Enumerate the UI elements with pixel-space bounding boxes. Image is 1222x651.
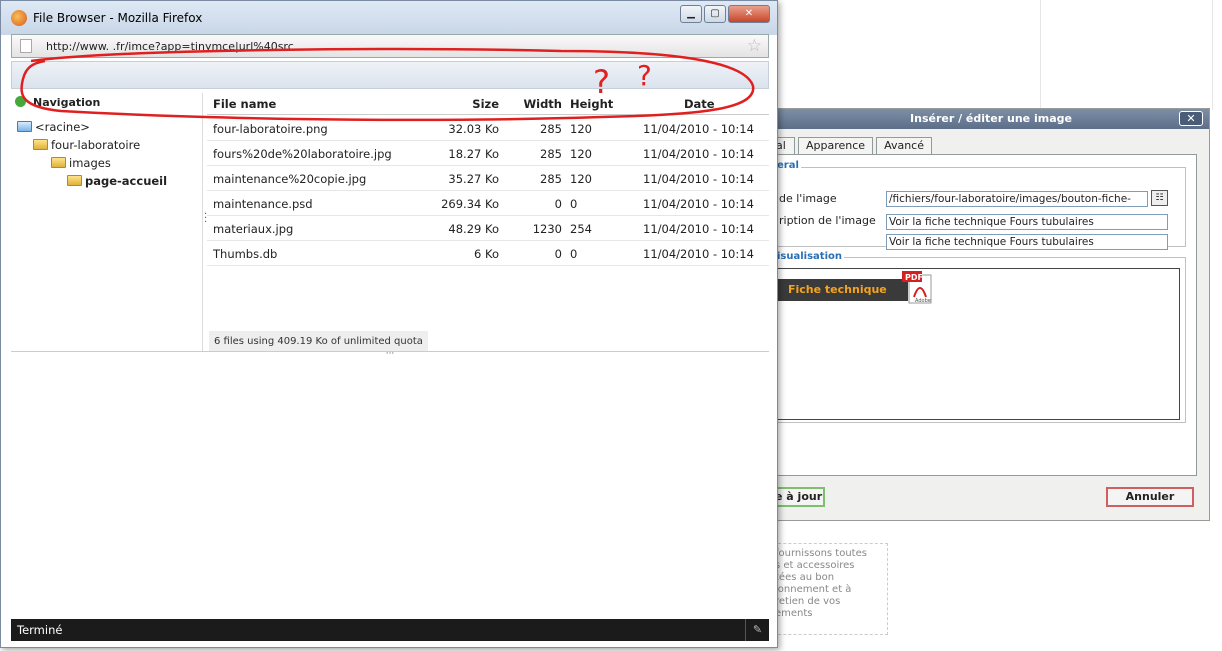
window-title: File Browser - Mozilla Firefox: [33, 11, 203, 25]
image-url-label: de l'image: [779, 192, 837, 205]
file-list-header: File name Size Width Height Date: [207, 93, 769, 115]
navigation-pane: Navigation <racine> four-laboratoire ima…: [11, 93, 203, 351]
table-row[interactable]: materiaux.jpg 48.29 Ko 1230 254 11/04/2010 -…: [207, 216, 769, 241]
pdf-icon: PDF Adobe: [902, 271, 932, 304]
file-size-cell: 6 Ko: [474, 247, 499, 261]
file-date-cell: 11/04/2010 - 10:14: [643, 122, 754, 136]
file-width-cell: 285: [540, 122, 562, 136]
tree-item-images[interactable]: images: [69, 156, 111, 170]
column-file-name[interactable]: File name: [213, 97, 276, 111]
file-name-cell: four-laboratoire.png: [213, 122, 328, 136]
bookmark-star-icon[interactable]: ☆: [747, 36, 762, 56]
page-text-block: fournissons toutes s et accessoires tées…: [768, 543, 888, 635]
image-dialog-title: Insérer / éditer une image: [910, 112, 1072, 125]
image-description-input[interactable]: Voir la fiche technique Fours tubulaires: [886, 214, 1168, 230]
file-size-cell: 18.27 Ko: [448, 147, 499, 161]
file-name-cell: fours%20de%20laboratoire.jpg: [213, 147, 392, 161]
file-date-cell: 11/04/2010 - 10:14: [643, 147, 754, 161]
file-height-cell: 0: [570, 247, 578, 261]
url-text[interactable]: http://www. .fr/imce?app=tinymce|url%40s…: [46, 40, 294, 53]
quota-info: 6 files using 409.19 Ko of unlimited quo…: [209, 331, 428, 351]
file-height-cell: 120: [570, 122, 592, 136]
table-row[interactable]: Thumbs.db 6 Ko 0 0 11/04/2010 - 10:14: [207, 241, 769, 266]
horizontal-splitter[interactable]: ···: [11, 350, 769, 359]
folder-icon: [33, 139, 48, 150]
adobe-label: Adobe: [915, 298, 931, 304]
file-list: File name Size Width Height Date four-la…: [207, 93, 769, 351]
image-dialog-titlebar: Insérer / éditer une image ✕: [773, 109, 1209, 129]
preview-image-button: Fiche technique: [776, 279, 908, 301]
navigation-heading: Navigation: [33, 96, 101, 109]
tree-item-root[interactable]: <racine>: [35, 120, 90, 134]
update-button[interactable]: e à jour: [773, 487, 825, 507]
file-size-cell: 35.27 Ko: [448, 172, 499, 186]
file-name-cell: materiaux.jpg: [213, 222, 294, 236]
preview-legend: isualisation: [775, 251, 844, 262]
file-size-cell: 32.03 Ko: [448, 122, 499, 136]
preview-fieldset: isualisation Fiche technique PDF Adobe: [774, 251, 1186, 423]
file-date-cell: 11/04/2010 - 10:14: [643, 222, 754, 236]
tab-advanced[interactable]: Avancé: [876, 137, 932, 155]
status-bar: Terminé ✎: [11, 619, 769, 641]
tree-icon: [15, 96, 26, 107]
file-date-cell: 11/04/2010 - 10:14: [643, 247, 754, 261]
image-url-input[interactable]: /fichiers/four-laboratoire/images/bouton…: [886, 191, 1148, 207]
general-legend: eral: [775, 160, 801, 171]
table-row[interactable]: four-laboratoire.png 32.03 Ko 285 120 11/04/…: [207, 116, 769, 141]
image-title-input[interactable]: Voir la fiche technique Fours tubulaires: [886, 234, 1168, 250]
file-date-cell: 11/04/2010 - 10:14: [643, 197, 754, 211]
table-row[interactable]: maintenance.psd 269.34 Ko 0 0 11/04/2010 - 1…: [207, 191, 769, 216]
browse-icon[interactable]: ☷: [1151, 190, 1168, 206]
image-dialog-tabs: al Apparence Avancé: [773, 137, 932, 155]
page-divider: [1212, 0, 1213, 110]
table-row[interactable]: maintenance%20copie.jpg 35.27 Ko 285 120 11/…: [207, 166, 769, 191]
image-preview: Fiche technique PDF Adobe: [775, 268, 1180, 420]
file-size-cell: 48.29 Ko: [448, 222, 499, 236]
address-bar[interactable]: http://www. .fr/imce?app=tinymce|url%40s…: [11, 34, 769, 58]
imce-toolbar: [11, 61, 769, 89]
file-height-cell: 120: [570, 172, 592, 186]
table-row[interactable]: fours%20de%20laboratoire.jpg 18.27 Ko 285 1…: [207, 141, 769, 166]
firefox-window: File Browser - Mozilla Firefox ▁ ▢ ✕ htt…: [0, 0, 778, 648]
file-height-cell: 0: [570, 197, 578, 211]
file-width-cell: 0: [554, 247, 562, 261]
file-date-cell: 11/04/2010 - 10:14: [643, 172, 754, 186]
pdf-icon-label: PDF: [905, 273, 923, 282]
resize-grip-icon: ✎: [745, 619, 769, 641]
file-name-cell: maintenance%20copie.jpg: [213, 172, 367, 186]
file-width-cell: 285: [540, 172, 562, 186]
page-divider: [1040, 0, 1041, 110]
column-date[interactable]: Date: [684, 97, 715, 111]
general-fieldset: eral de l'image /fichiers/four-laboratoi…: [774, 160, 1186, 250]
cancel-button[interactable]: Annuler: [1106, 487, 1194, 507]
window-titlebar: File Browser - Mozilla Firefox ▁ ▢ ✕: [1, 1, 777, 35]
tree-item-page-accueil[interactable]: page-accueil: [85, 174, 167, 188]
folder-icon: [51, 157, 66, 168]
column-size[interactable]: Size: [472, 97, 499, 111]
close-icon[interactable]: ✕: [1179, 111, 1203, 126]
folder-open-icon: [17, 121, 32, 132]
status-text: Terminé: [17, 623, 63, 637]
minimize-icon[interactable]: ▁: [680, 5, 702, 23]
image-dialog: Insérer / éditer une image ✕ al Apparenc…: [772, 108, 1210, 521]
file-name-cell: Thumbs.db: [213, 247, 278, 261]
folder-icon: [67, 175, 82, 186]
close-window-icon[interactable]: ✕: [728, 5, 770, 23]
file-size-cell: 269.34 Ko: [441, 197, 499, 211]
file-height-cell: 120: [570, 147, 592, 161]
file-width-cell: 1230: [532, 222, 562, 236]
maximize-icon[interactable]: ▢: [704, 5, 726, 23]
column-height[interactable]: Height: [570, 97, 613, 111]
file-name-cell: maintenance.psd: [213, 197, 313, 211]
file-width-cell: 285: [540, 147, 562, 161]
page-icon: [20, 39, 32, 53]
file-height-cell: 254: [570, 222, 592, 236]
file-width-cell: 0: [554, 197, 562, 211]
firefox-logo-icon: [11, 10, 27, 26]
image-description-label: ription de l'image: [779, 214, 876, 227]
image-dialog-panel: eral de l'image /fichiers/four-laboratoi…: [773, 154, 1197, 476]
tab-appearance[interactable]: Apparence: [798, 137, 874, 155]
tree-item-four-laboratoire[interactable]: four-laboratoire: [51, 138, 140, 152]
column-width[interactable]: Width: [523, 97, 562, 111]
